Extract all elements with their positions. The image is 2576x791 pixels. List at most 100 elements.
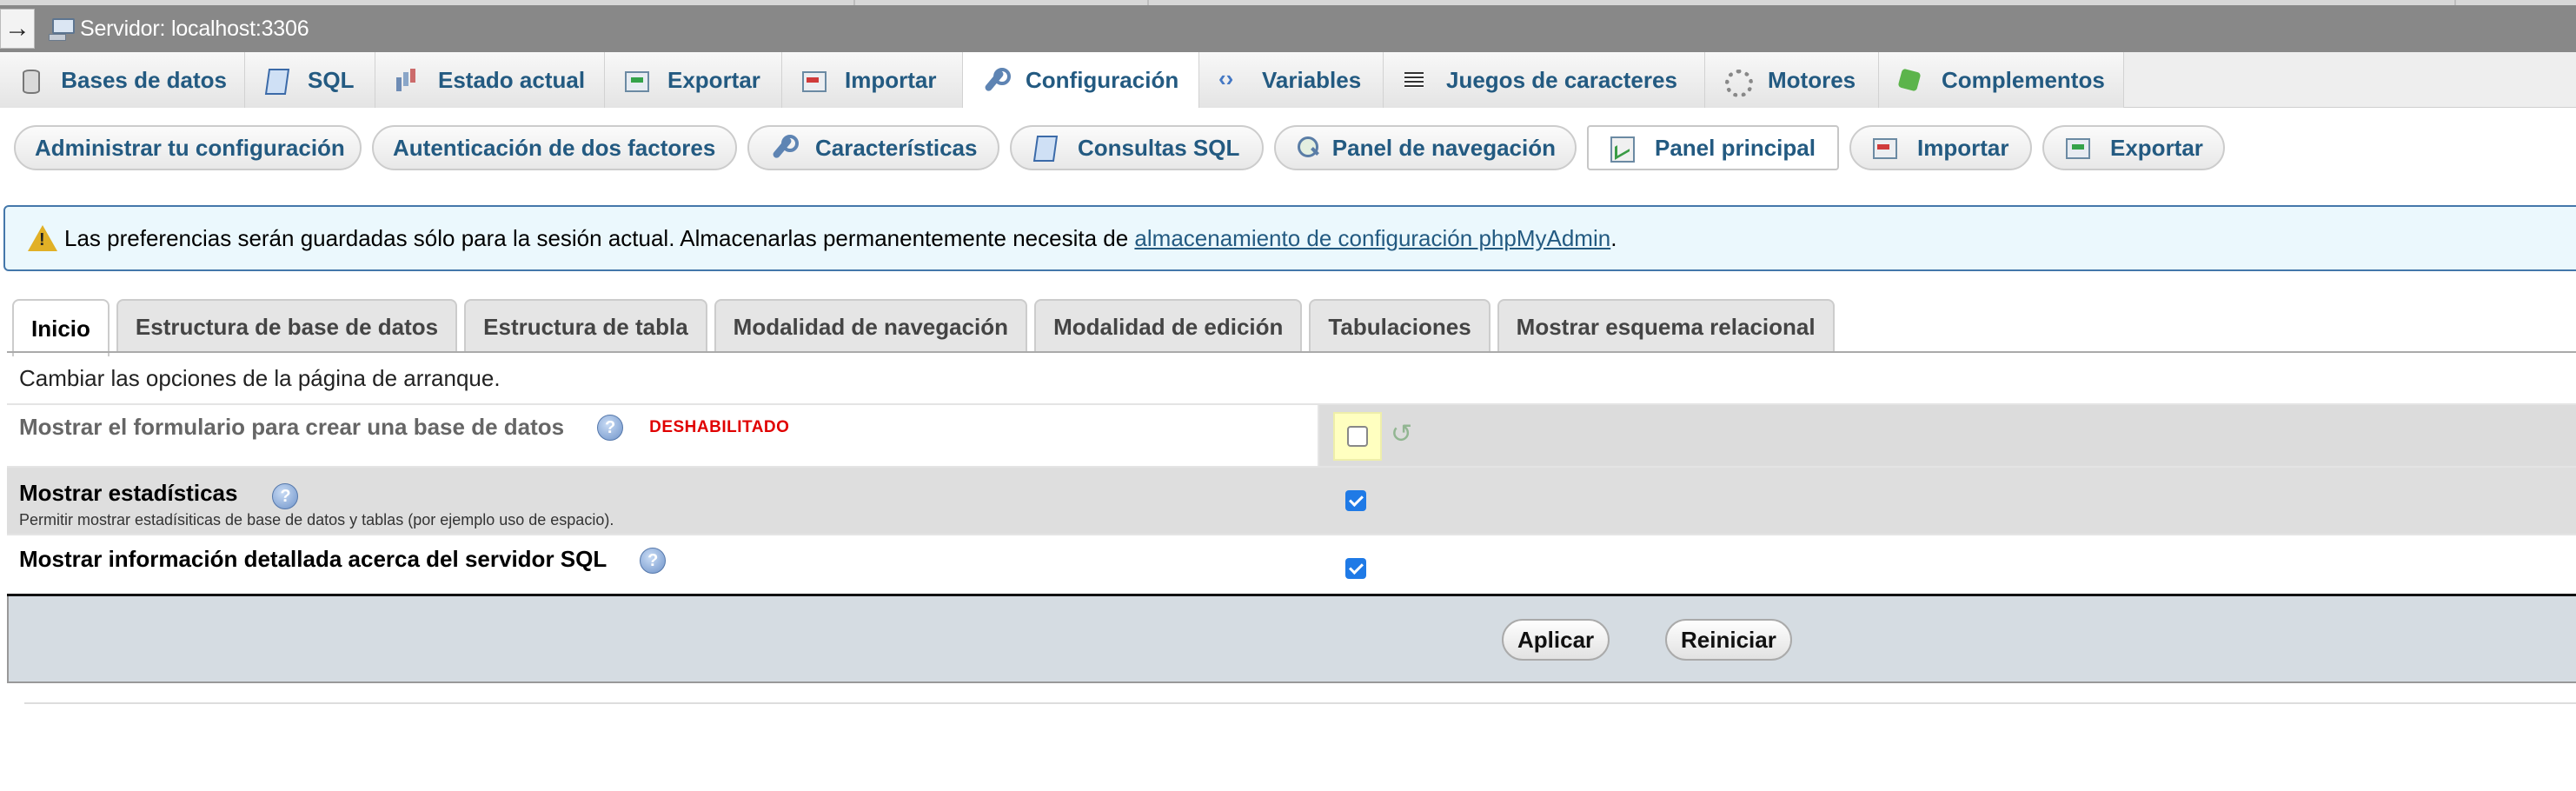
export-icon [622,67,649,93]
wrench-icon [980,67,1011,93]
tab-label: Importar [845,66,937,93]
tab-charsets[interactable]: Juegos de caracteres [1384,52,1705,108]
engines-icon [1723,67,1753,97]
wrench-icon [768,134,799,162]
apply-button[interactable]: Aplicar [1502,619,1610,661]
tab-label: Mostrar esquema relacional [1516,313,1816,340]
help-icon[interactable]: ? [272,483,299,509]
tab-settings[interactable]: Configuración [963,52,1199,108]
setting-label: Mostrar información detallada acerca del… [19,544,667,574]
form-description: Cambiar las opciones de la página de arr… [19,364,501,391]
setting-label: Mostrar estadísticas ? [19,476,299,509]
tab-label: Tabulaciones [1328,313,1471,340]
tab-label: Estructura de base de datos [135,313,439,340]
notice-suffix: . [1610,224,1617,251]
setting-value-cell [1318,405,2576,466]
subnav-two-factor[interactable]: Autenticación de dos factores [372,125,737,170]
tab-database-structure[interactable]: Estructura de base de datos [116,299,458,353]
setting-label-cell: Mostrar información detallada acerca del… [7,535,1318,594]
tab-start[interactable]: Inicio [12,299,110,356]
tab-label: Complementos [1942,66,2105,93]
setting-row-show-server-info: Mostrar información detallada acerca del… [7,534,2576,596]
tab-browse-mode[interactable]: Modalidad de navegación [714,299,1028,353]
tab-engines[interactable]: Motores [1705,52,1879,108]
show-stats-checkbox[interactable] [1345,490,1366,511]
divider [2454,0,2456,5]
tab-label: Juegos de caracteres [1446,66,1677,93]
subnav-label: Características [815,134,978,161]
subnav-label: Panel principal [1655,134,1816,161]
sql-icon [1031,134,1059,162]
tab-export[interactable]: Exportar [605,52,782,108]
subnav-navigation-panel[interactable]: Panel de navegación [1274,125,1577,170]
subnav-label: Exportar [2110,134,2203,161]
server-bar: → Servidor: localhost:3306 [0,0,2576,52]
tab-label: Motores [1768,66,1856,93]
notice-text: Las preferencias serán guardadas sólo pa… [64,224,1135,251]
server-breadcrumb[interactable]: Servidor: localhost:3306 [80,17,309,42]
subnav-label: Autenticación de dos factores [393,134,716,161]
form-actions: Aplicar Reiniciar [7,596,2576,683]
help-icon[interactable]: ? [640,548,667,574]
create-db-form-checkbox[interactable] [1347,426,1368,447]
tab-label: Modalidad de edición [1053,313,1284,340]
tab-sql[interactable]: SQL [245,52,375,108]
server-icon [49,17,76,41]
config-storage-link[interactable]: almacenamiento de configuración phpMyAdm… [1134,225,1610,252]
divider [853,0,855,5]
subnav-sql-queries[interactable]: Consultas SQL [1010,125,1264,170]
charset-icon [1401,67,1427,93]
import-icon [800,67,827,93]
divider [1147,0,1149,5]
tab-label: SQL [308,66,355,93]
session-notice: Las preferencias serán guardadas sólo pa… [3,205,2576,271]
subnav-label: Administrar tu configuración [35,134,345,161]
subnav-features[interactable]: Características [747,125,999,170]
tab-table-structure[interactable]: Estructura de tabla [464,299,707,353]
tab-edit-mode[interactable]: Modalidad de edición [1034,299,1303,353]
restore-default-icon[interactable] [1391,419,1415,449]
database-icon [17,67,42,94]
sql-icon [262,67,289,93]
setting-row-show-stats: Mostrar estadísticas ? Permitir mostrar … [7,466,2576,534]
subnav-label: Consultas SQL [1078,134,1240,161]
setting-sublabel: Permitir mostrar estadísiticas de base d… [19,511,614,528]
subnav-main-panel[interactable]: Panel principal [1587,125,1839,170]
variables-icon [1217,65,1243,93]
settings-tabs: Inicio Estructura de base de datos Estru… [12,299,1835,356]
warning-icon [28,225,57,251]
reset-button[interactable]: Reiniciar [1665,619,1792,661]
tab-label: Variables [1262,66,1362,93]
setting-label-cell: Mostrar el formulario para crear una bas… [7,405,1318,466]
setting-label: Mostrar el formulario para crear una bas… [19,414,789,441]
main-tab-bar: Bases de datos SQL Estado actual Exporta… [0,52,2576,108]
subnav-label: Importar [1917,134,2009,161]
navigation-icon [1295,134,1318,162]
tab-label: Bases de datos [61,66,227,93]
tab-import[interactable]: Importar [782,52,963,108]
help-icon[interactable]: ? [597,414,624,441]
subnav-import[interactable]: Importar [1849,125,2032,170]
tab-plugins[interactable]: Complementos [1879,52,2124,108]
setting-label-text: Mostrar estadísticas [19,479,238,506]
setting-label-text: Mostrar información detallada acerca del… [19,545,607,572]
disabled-badge: DESHABILITADO [649,417,790,436]
tab-label: Estructura de tabla [483,313,688,340]
subnav-manage-settings[interactable]: Administrar tu configuración [14,125,362,170]
import-icon [1870,134,1898,162]
tab-relational-schema[interactable]: Mostrar esquema relacional [1497,299,1835,353]
tab-label: Modalidad de navegación [733,313,1009,340]
show-server-info-checkbox[interactable] [1345,558,1366,579]
setting-label-cell: Mostrar estadísticas ? Permitir mostrar … [7,468,1318,534]
tab-databases[interactable]: Bases de datos [0,52,245,108]
tab-variables[interactable]: Variables [1199,52,1384,108]
setting-value-cell [1318,468,2576,534]
settings-subnav: Administrar tu configuración Autenticaci… [14,125,2225,170]
tab-label: Estado actual [438,66,586,93]
subnav-export[interactable]: Exportar [2042,125,2225,170]
start-settings-form: Cambiar las opciones de la página de arr… [7,353,2576,683]
tab-status[interactable]: Estado actual [375,52,605,108]
tab-tabs[interactable]: Tabulaciones [1309,299,1490,353]
collapse-navigation-button[interactable]: → [0,9,35,49]
divider [24,702,2576,704]
